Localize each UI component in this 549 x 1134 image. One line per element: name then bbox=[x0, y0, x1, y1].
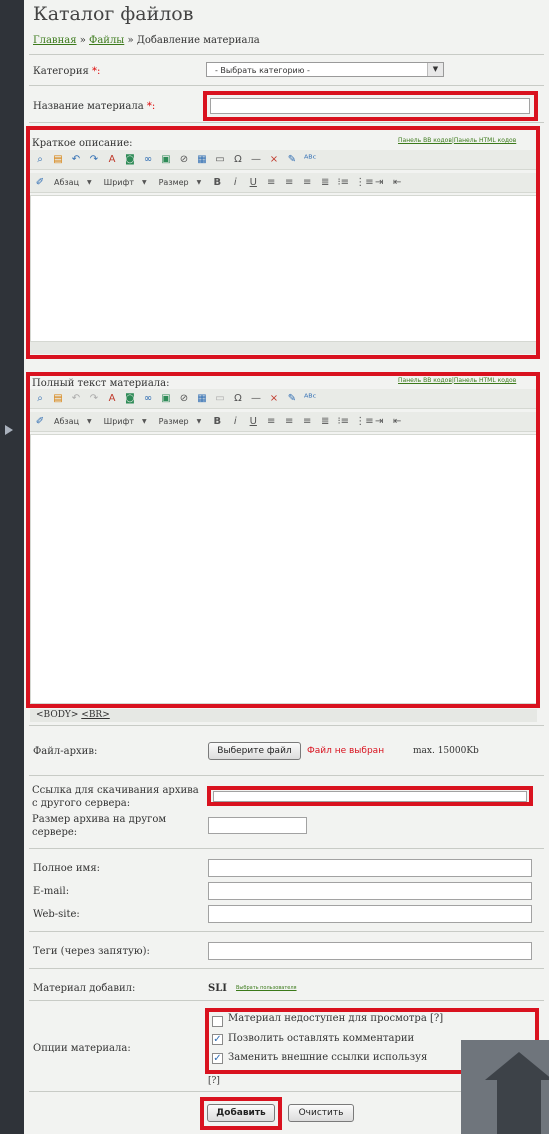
website-label: Web-site: bbox=[33, 909, 80, 920]
email-label: E-mail: bbox=[33, 886, 70, 897]
breadcrumb: Главная » Файлы » Добавление материала bbox=[33, 35, 260, 46]
chevron-down-icon[interactable]: ▼ bbox=[427, 63, 443, 76]
highlight-box bbox=[203, 91, 538, 121]
max-size-text: max. 15000Kb bbox=[413, 746, 479, 756]
content-panel: Каталог файлов Главная » Файлы » Добавле… bbox=[24, 0, 549, 1134]
added-by-user: SLI bbox=[208, 983, 227, 994]
added-by-label: Материал добавил: bbox=[33, 983, 136, 994]
external-size-label: Размер архива на другом сервере: bbox=[32, 814, 167, 838]
title-label: Название материала *: bbox=[33, 101, 156, 112]
highlight-box bbox=[26, 126, 540, 359]
choose-file-button[interactable]: Выберите файл bbox=[208, 742, 301, 760]
divider bbox=[29, 54, 544, 55]
archive-label: Файл-архив: bbox=[33, 746, 98, 757]
reset-button[interactable]: Очистить bbox=[288, 1104, 354, 1122]
external-link-label: Ссылка для скачивания архива с другого с… bbox=[32, 785, 199, 809]
category-select[interactable]: - Выбрать категорию - ▼ bbox=[206, 62, 444, 77]
full-name-label: Полное имя: bbox=[33, 863, 100, 874]
full-text-statusbar: <BODY> <BR> bbox=[30, 709, 537, 722]
divider bbox=[29, 775, 544, 776]
category-label: Категория *: bbox=[33, 66, 101, 77]
home-icon bbox=[485, 1052, 549, 1080]
tags-label: Теги (через запятую): bbox=[33, 946, 150, 957]
page-title: Каталог файлов bbox=[33, 3, 194, 25]
highlight-box bbox=[207, 786, 533, 806]
tags-input[interactable] bbox=[208, 942, 532, 960]
status-path-br[interactable]: <BR> bbox=[81, 710, 109, 720]
breadcrumb-separator: » bbox=[127, 35, 134, 46]
options-label: Опции материала: bbox=[33, 1043, 131, 1054]
status-path-body[interactable]: <BODY> bbox=[36, 710, 78, 720]
home-icon-body bbox=[497, 1080, 541, 1134]
highlight-box bbox=[26, 372, 540, 708]
full-name-input[interactable] bbox=[208, 859, 532, 877]
divider bbox=[29, 122, 544, 123]
breadcrumb-files-link[interactable]: Файлы bbox=[89, 35, 124, 46]
website-input[interactable] bbox=[208, 905, 532, 923]
left-gutter-arrow-icon bbox=[5, 425, 13, 435]
email-input[interactable] bbox=[208, 882, 532, 900]
breadcrumb-separator: » bbox=[79, 35, 86, 46]
divider bbox=[29, 968, 544, 969]
external-size-input[interactable] bbox=[208, 817, 307, 834]
highlight-box bbox=[200, 1097, 282, 1130]
divider bbox=[29, 848, 544, 849]
divider bbox=[29, 85, 544, 86]
no-file-text: Файл не выбран bbox=[307, 746, 385, 756]
divider bbox=[29, 725, 544, 726]
home-button[interactable] bbox=[461, 1040, 549, 1134]
options-help-link[interactable]: [?] bbox=[208, 1075, 220, 1088]
breadcrumb-home-link[interactable]: Главная bbox=[33, 35, 77, 46]
breadcrumb-current: Добавление материала bbox=[136, 35, 260, 46]
divider bbox=[29, 931, 544, 932]
divider bbox=[29, 1000, 544, 1001]
choose-user-link[interactable]: Выбрать пользователя bbox=[236, 985, 297, 991]
